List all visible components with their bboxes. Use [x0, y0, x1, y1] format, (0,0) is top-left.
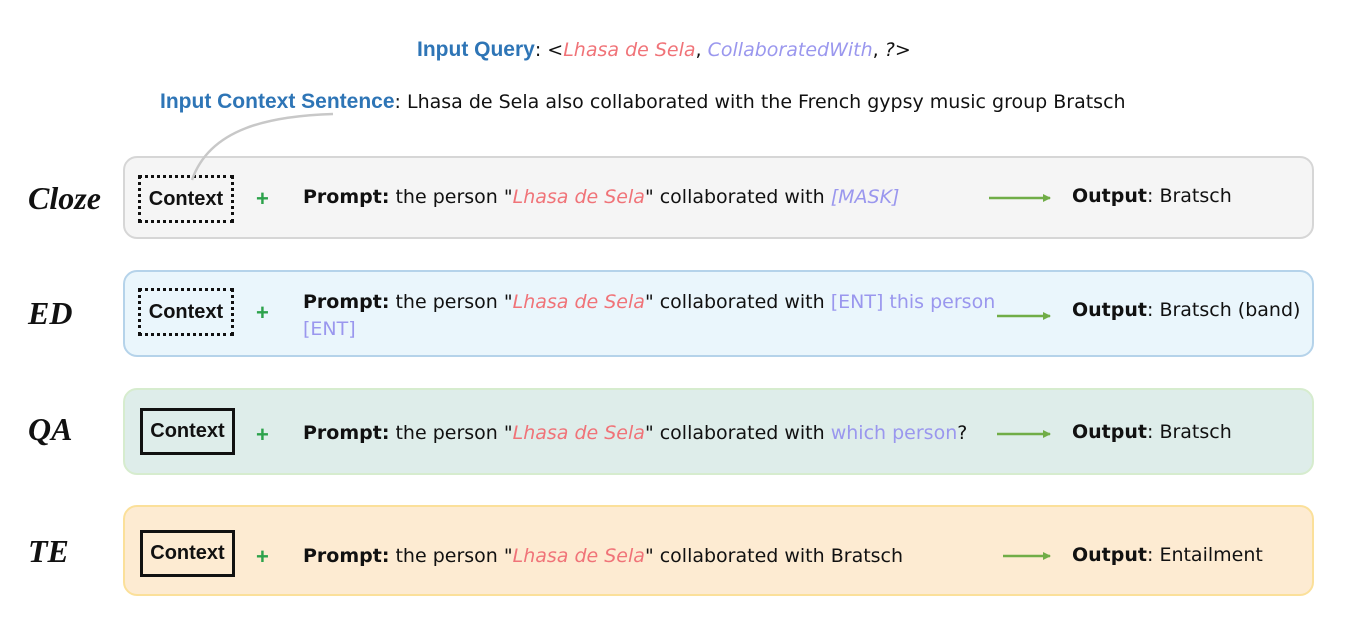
context-connector-curve [190, 112, 334, 181]
diagram-connectors [190, 112, 1051, 560]
